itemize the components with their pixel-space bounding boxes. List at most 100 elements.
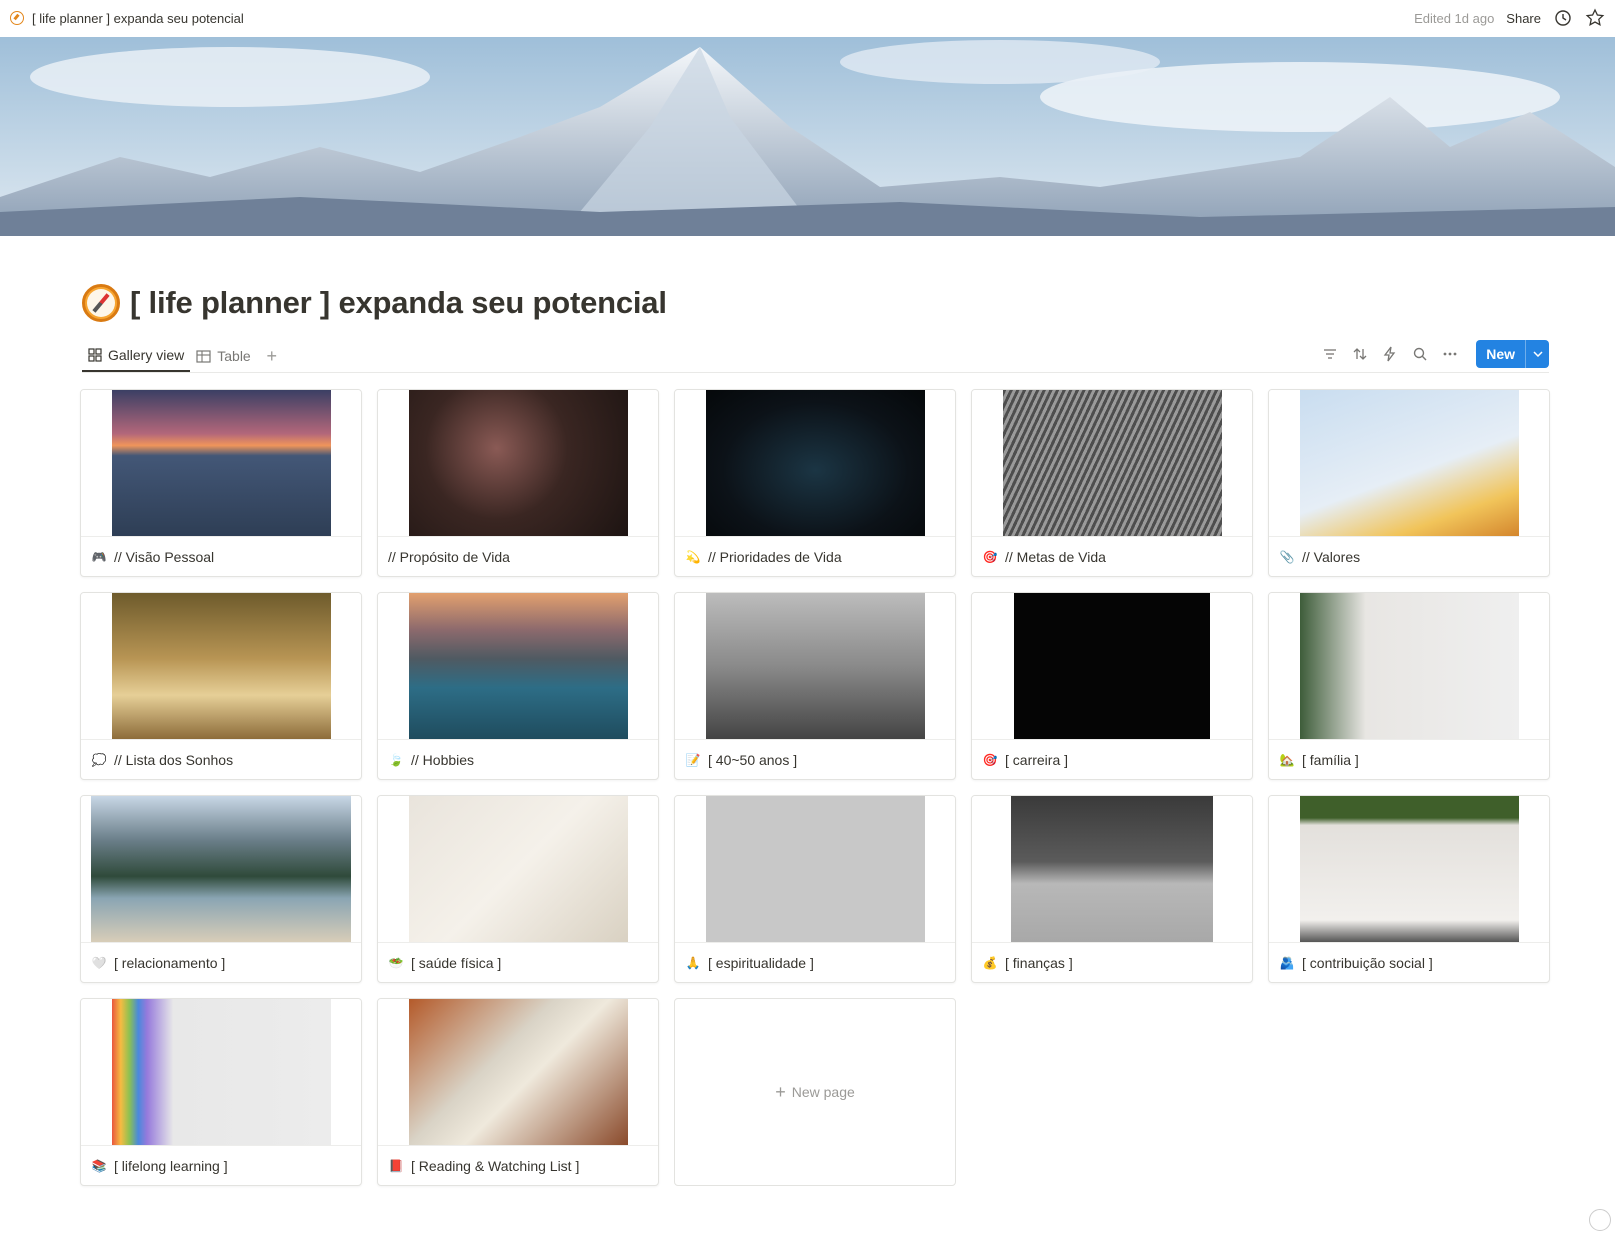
gallery-card[interactable]: 🙏 [ espiritualidade ] — [674, 795, 956, 983]
white-heart-icon: 🤍 — [91, 956, 107, 970]
card-title: [ 40~50 anos ] — [708, 752, 798, 768]
automation-lightning-icon[interactable] — [1380, 344, 1400, 364]
card-title-row: 🏡 [ família ] — [1269, 740, 1549, 779]
card-cover — [81, 593, 361, 740]
neon-sign-this-is-the-sign-image — [408, 390, 628, 536]
salad-icon: 🥗 — [388, 956, 404, 970]
card-cover — [81, 796, 361, 943]
gallery-grid-icon — [88, 348, 102, 362]
card-title-row: 🥗 [ saúde física ] — [378, 943, 658, 982]
card-title-row: 💫 // Prioridades de Vida — [675, 537, 955, 576]
help-icon[interactable] — [1589, 1209, 1611, 1231]
card-title-row: 📕 [ Reading & Watching List ] — [378, 1146, 658, 1185]
gallery-card[interactable]: 💫 // Prioridades de Vida — [674, 389, 956, 577]
zen-tiles-image — [705, 796, 925, 942]
goals-tag-pen-image — [1002, 390, 1222, 536]
card-title: // Hobbies — [411, 752, 475, 768]
compass-icon — [10, 11, 24, 25]
compass-icon[interactable] — [82, 284, 120, 322]
gallery-card[interactable]: 📝 [ 40~50 anos ] — [674, 592, 956, 780]
gallery-card[interactable]: 📎 // Valores — [1268, 389, 1550, 577]
cover-image — [0, 37, 1615, 236]
gallery-card[interactable]: 🎮 // Visão Pessoal — [80, 389, 362, 577]
gallery-card[interactable]: 🥗 [ saúde física ] — [377, 795, 659, 983]
card-title: [ espiritualidade ] — [708, 955, 814, 971]
more-options-icon[interactable] — [1440, 344, 1460, 364]
laptop-money-image — [1011, 796, 1213, 942]
target-icon: 🎯 — [982, 753, 998, 767]
card-cover — [972, 390, 1252, 537]
card-title: [ família ] — [1302, 752, 1359, 768]
colored-pencils-image — [111, 999, 331, 1145]
card-title-row: // Propósito de Vida — [378, 537, 658, 576]
card-title: [ lifelong learning ] — [114, 1158, 228, 1174]
dream-sculpture-image — [111, 593, 331, 739]
books-icon: 📚 — [91, 1159, 107, 1173]
card-cover — [378, 593, 658, 740]
gallery-card[interactable]: 🏡 [ família ] — [1268, 592, 1550, 780]
home-sweet-home-board-image — [1299, 593, 1519, 739]
we-like-you-too-wall-image — [1299, 796, 1519, 942]
herbs-and-spices-image — [408, 796, 628, 942]
filter-icon[interactable] — [1320, 344, 1340, 364]
paperclip-icon: 📎 — [1279, 550, 1295, 564]
card-title-row: 🫂 [ contribuição social ] — [1269, 943, 1549, 982]
game-controller-icon: 🎮 — [91, 550, 107, 564]
red-book-icon: 📕 — [388, 1159, 404, 1173]
gallery-grid: 🎮 // Visão Pessoal // Propósito de Vida 💫 //… — [80, 389, 1550, 1186]
favorite-star-icon[interactable] — [1585, 8, 1605, 28]
page-title-row: [ life planner ] expanda seu potencial — [82, 284, 667, 322]
memo-icon: 📝 — [685, 753, 701, 767]
person-reading-book-image — [408, 999, 628, 1145]
money-bag-icon: 💰 — [982, 956, 998, 970]
card-cover — [1269, 390, 1549, 537]
chevron-down-icon[interactable] — [1525, 340, 1549, 368]
card-cover — [1269, 796, 1549, 943]
gallery-card[interactable]: 🤍 [ relacionamento ] — [80, 795, 362, 983]
gallery-card[interactable]: 🍃 // Hobbies — [377, 592, 659, 780]
new-page-label: New page — [791, 1084, 855, 1100]
add-view-plus-icon[interactable]: + — [261, 345, 283, 367]
go-up-never-stop-neon-image — [1014, 593, 1210, 739]
history-clock-icon[interactable] — [1553, 8, 1573, 28]
card-title-row: 🎯 [ carreira ] — [972, 740, 1252, 779]
card-cover — [972, 796, 1252, 943]
gallery-card[interactable]: 💭 // Lista dos Sonhos — [80, 592, 362, 780]
gallery-card[interactable]: 🫂 [ contribuição social ] — [1268, 795, 1550, 983]
tab-table[interactable]: Table — [190, 340, 256, 372]
card-cover — [972, 593, 1252, 740]
tab-table-label: Table — [217, 348, 251, 364]
card-title: [ contribuição social ] — [1302, 955, 1433, 971]
tab-gallery-view[interactable]: Gallery view — [82, 340, 191, 372]
card-title-row: 📚 [ lifelong learning ] — [81, 1146, 361, 1185]
breadcrumb-page[interactable]: [ life planner ] expanda seu potencial — [32, 11, 244, 26]
tab-gallery-label: Gallery view — [108, 347, 185, 363]
card-title-row: 🎮 // Visão Pessoal — [81, 537, 361, 576]
gallery-card[interactable]: 🎯 [ carreira ] — [971, 592, 1253, 780]
yellow-flowers-sky-image — [1299, 390, 1519, 536]
card-title-row: 📝 [ 40~50 anos ] — [675, 740, 955, 779]
card-title: // Lista dos Sonhos — [114, 752, 234, 768]
card-cover — [81, 999, 361, 1146]
passion-led-us-here-image — [705, 593, 925, 739]
card-title-row: 🎯 // Metas de Vida — [972, 537, 1252, 576]
gallery-card[interactable]: // Propósito de Vida — [377, 389, 659, 577]
page-title[interactable]: [ life planner ] expanda seu potencial — [130, 285, 667, 321]
view-tabs: Gallery view Table + — [82, 340, 283, 372]
divider — [82, 372, 1549, 373]
gallery-card[interactable]: 📕 [ Reading & Watching List ] — [377, 998, 659, 1186]
card-cover — [675, 593, 955, 740]
gallery-card[interactable]: 💰 [ finanças ] — [971, 795, 1253, 983]
gallery-card[interactable]: 🎯 // Metas de Vida — [971, 389, 1253, 577]
mountain-lake-image — [408, 593, 628, 739]
gallery-card[interactable]: 📚 [ lifelong learning ] — [80, 998, 362, 1186]
new-button[interactable]: New — [1476, 340, 1525, 368]
dizzy-star-icon: 💫 — [685, 550, 701, 564]
card-cover — [378, 999, 658, 1146]
search-icon[interactable] — [1410, 344, 1430, 364]
share-button[interactable]: Share — [1506, 11, 1541, 26]
card-cover — [1269, 593, 1549, 740]
plus-icon: + — [775, 1081, 786, 1102]
sort-icon[interactable] — [1350, 344, 1370, 364]
new-page-card[interactable]: + New page — [674, 998, 956, 1186]
